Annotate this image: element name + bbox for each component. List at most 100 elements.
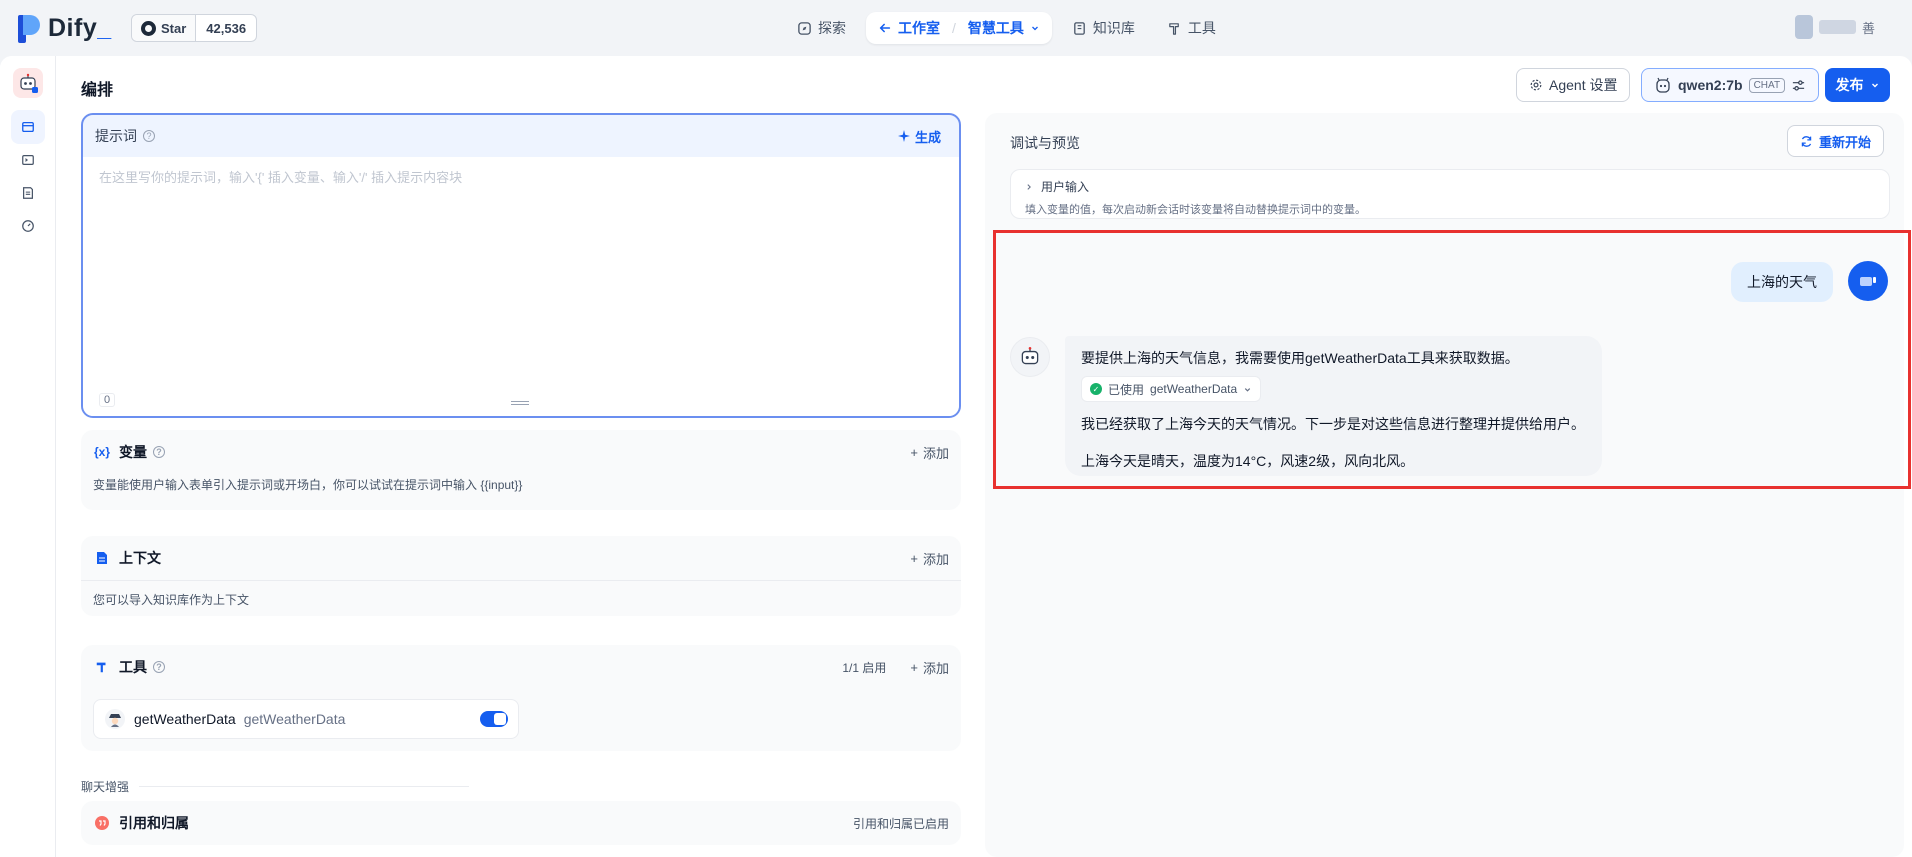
layout-icon [21,120,35,134]
check-circle-icon: ✓ [1090,383,1102,395]
bot-intro-text: 要提供上海的天气信息，我需要使用getWeatherData工具来获取数据。 [1081,350,1519,366]
plus-icon: + [910,444,918,460]
nav-knowledge[interactable]: 知识库 [1060,12,1147,44]
debug-preview-panel: 调试与预览 重新开始 用户输入 填入变量的值，每次启动新会话时该变量将自动替换提… [985,113,1904,857]
tool-used-chip[interactable]: ✓ 已使用 getWeatherData [1081,376,1262,402]
hammer-icon [1167,21,1182,36]
model-mode-tag: CHAT [1748,77,1786,93]
bot-step-text: 我已经获取了上海今天的天气情况。下一步是对这些信息进行整理并提供给用户。 [1081,416,1585,432]
chevron-down-icon [1870,80,1880,90]
help-icon[interactable]: ? [153,661,165,673]
agent-settings-label: Agent 设置 [1549,77,1618,93]
variable-icon: {x} [93,445,110,459]
citation-card: 引用和归属 引用和归属已启用 [81,801,961,845]
generate-label: 生成 [914,129,941,145]
arrow-left-icon [878,21,892,35]
sidebar-item-orchestrate[interactable] [11,110,45,144]
resize-handle[interactable] [511,401,529,405]
bot-message: 要提供上海的天气信息，我需要使用getWeatherData工具来获取数据。 ✓… [1065,336,1602,476]
user-name-tail: 善 [1861,20,1875,36]
context-card: 上下文 + 添加 您可以导入知识库作为上下文 [81,536,961,616]
user-avatar-image [1795,15,1814,39]
sliders-icon[interactable] [1791,78,1806,93]
nav-tools[interactable]: 工具 [1155,12,1228,44]
plus-icon: + [910,659,918,675]
top-nav: 探索 工作室 / 智慧工具 知识库 工具 [785,12,1228,44]
divider [139,786,470,787]
citation-title: 引用和归属 [119,815,189,831]
tool-avatar-icon [104,708,126,730]
generate-prompt-button[interactable]: 生成 [892,127,947,146]
book-icon [1072,21,1087,36]
github-star-button[interactable]: Star 42,536 [131,14,258,42]
sidebar-item-logs[interactable] [11,176,45,210]
add-variable-button[interactable]: + 添加 [910,443,949,462]
prompt-char-count: 0 [99,393,116,407]
restart-button[interactable]: 重新开始 [1787,125,1885,157]
model-selector[interactable]: qwen2:7b CHAT [1641,68,1820,102]
dashboard-icon [21,219,35,233]
chevron-right-icon[interactable] [1025,183,1033,191]
brand-cursor: _ [97,14,112,42]
help-icon[interactable]: ? [153,446,165,458]
prompt-label: 提示词 [95,128,137,144]
tool-used-name: getWeatherData [1150,382,1238,396]
variables-card: {x} 变量 ? + 添加 变量能使用户输入表单引入提示词或开场白，你可以试试在… [81,430,961,510]
variables-title: 变量 [119,444,147,460]
quote-icon [93,816,111,830]
gear-icon [1529,78,1543,92]
prompt-textarea[interactable]: 在这里写你的提示词，输入'{' 插入变量、输入'/' 插入提示内容块 0 [83,157,959,416]
tools-title: 工具 [119,659,147,675]
breadcrumb-separator: / [952,20,956,36]
bot-avatar [1010,337,1050,377]
debug-title: 调试与预览 [1010,135,1080,151]
page-title: 编排 [81,82,114,99]
tool-item[interactable]: getWeatherData getWeatherData [93,699,519,739]
dify-logo-icon [18,14,40,43]
document-icon [93,551,111,565]
nav-explore[interactable]: 探索 [785,12,858,44]
tools-card: 工具 ? 1/1 启用 + 添加 getWeatherData getWeath… [81,645,961,751]
variables-description: 变量能使用户输入表单引入提示词或开场白，你可以试试在提示词中输入 {{input… [93,478,523,492]
user-input-panel[interactable]: 用户输入 填入变量的值，每次启动新会话时该变量将自动替换提示词中的变量。 [1010,169,1890,219]
nav-studio-breadcrumb[interactable]: 工作室 / 智慧工具 [866,12,1052,44]
add-tool-label: 添加 [922,660,949,676]
chevron-down-icon[interactable] [1030,23,1040,33]
agent-settings-button[interactable]: Agent 设置 [1516,68,1631,102]
tool-name: getWeatherData [134,711,236,727]
nav-app-label[interactable]: 智慧工具 [968,18,1024,38]
help-icon[interactable]: ? [143,130,155,142]
hammer-icon [93,660,111,674]
app-robot-icon[interactable] [13,68,43,98]
chat-enhance-label: 聊天增强 [81,780,130,794]
sparkle-icon [897,130,910,142]
user-message: 上海的天气 [1731,262,1833,302]
file-list-icon [21,186,35,200]
top-bar: Dify_ Star 42,536 探索 工作室 / 智慧工具 知识库 工具 善 [0,0,1912,56]
terminal-icon [21,153,35,167]
sidebar-item-monitoring[interactable] [11,209,45,243]
prompt-placeholder: 在这里写你的提示词，输入'{' 插入变量、输入'/' 插入提示内容块 [99,170,463,185]
account-menu[interactable]: 善 [1795,12,1875,42]
user-avatar [1848,261,1888,301]
model-name: qwen2:7b [1678,77,1743,93]
bot-answer-text: 上海今天是晴天，温度为14°C，风速2级，风向北风。 [1081,453,1415,469]
add-context-button[interactable]: + 添加 [910,549,949,568]
refresh-icon [1800,135,1813,148]
citation-status: 引用和归属已启用 [852,816,949,831]
nav-knowledge-label: 知识库 [1092,20,1135,36]
context-description: 您可以导入知识库作为上下文 [93,593,250,607]
user-input-description: 填入变量的值，每次启动新会话时该变量将自动替换提示词中的变量。 [1025,204,1366,216]
add-context-label: 添加 [922,551,949,567]
user-input-label: 用户输入 [1041,180,1090,194]
sidebar-item-api[interactable] [11,143,45,177]
publish-button[interactable]: 发布 [1825,68,1890,102]
restart-label: 重新开始 [1819,134,1872,150]
nav-studio-label[interactable]: 工作室 [898,18,940,38]
dify-logo[interactable]: Dify_ [18,14,112,43]
tool-enabled-toggle[interactable] [480,711,508,727]
publish-label: 发布 [1835,77,1864,93]
github-star-count: 42,536 [206,20,247,36]
user-name-blurred [1819,20,1856,34]
add-tool-button[interactable]: + 添加 [910,658,949,677]
